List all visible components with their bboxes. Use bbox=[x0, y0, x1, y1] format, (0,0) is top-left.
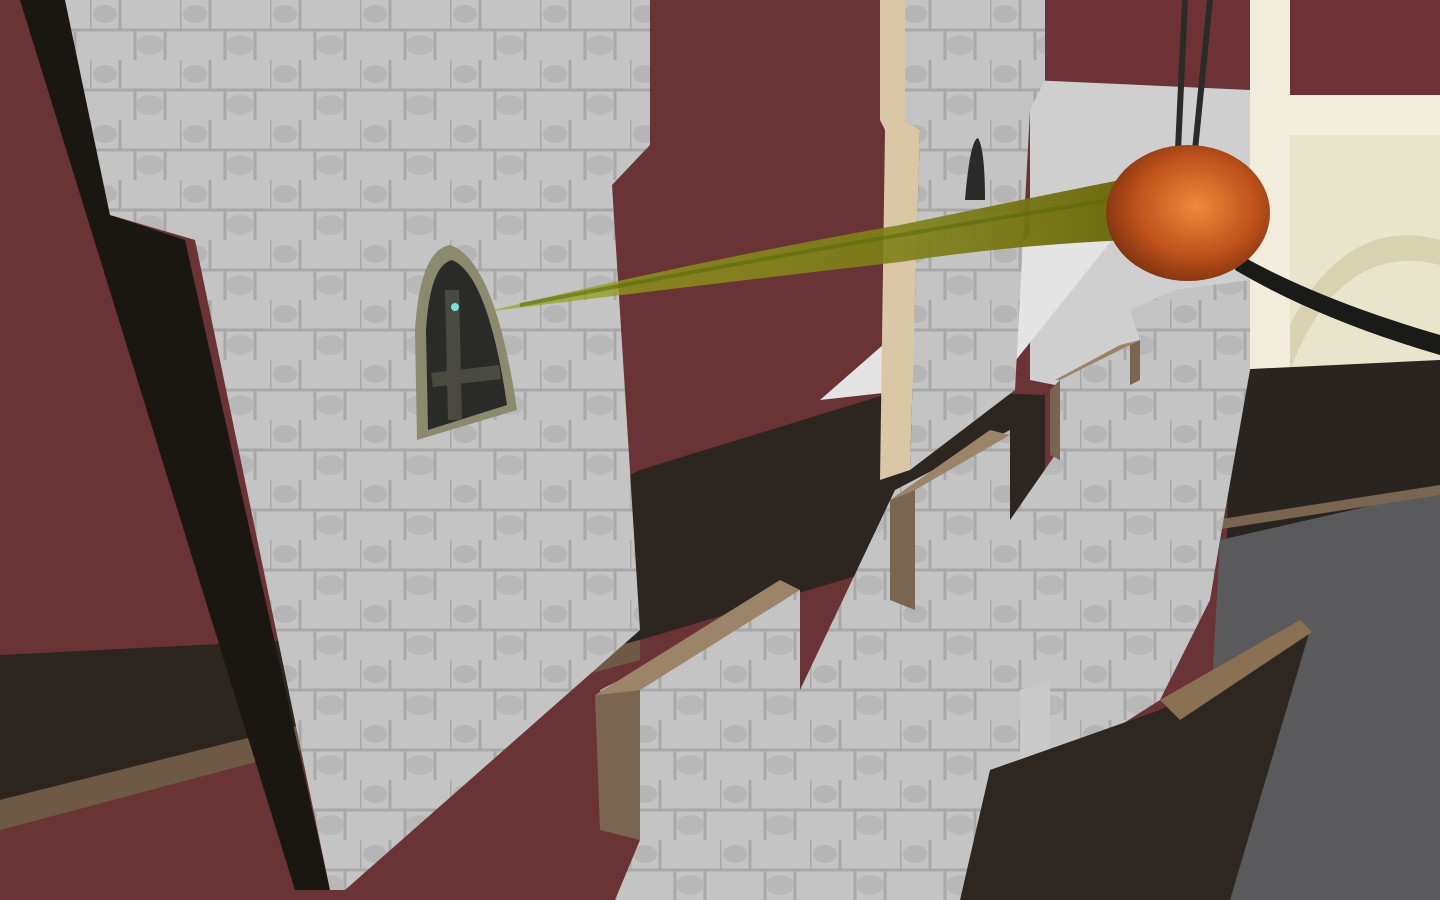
window-spark bbox=[451, 303, 459, 311]
wall-merlon-edge-1 bbox=[595, 690, 640, 840]
wall-merlon-edge-2 bbox=[890, 490, 915, 610]
wall-merlon-edge-4 bbox=[1130, 340, 1140, 385]
fireball-projectile bbox=[1106, 145, 1270, 281]
game-viewport[interactable] bbox=[0, 0, 1440, 900]
back-room-molding bbox=[1285, 95, 1440, 135]
wall-merlon-edge-3 bbox=[1050, 380, 1060, 460]
